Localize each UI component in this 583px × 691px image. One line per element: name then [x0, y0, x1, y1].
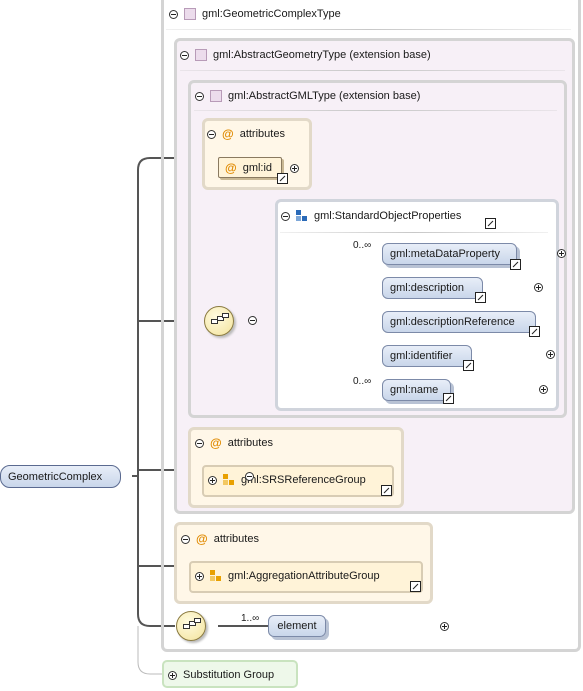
attribute-group-icon — [210, 570, 222, 582]
abstract-gml-label: gml:AbstractGMLType (extension base) — [228, 90, 421, 102]
sequence-icon[interactable] — [204, 306, 234, 336]
expand-toggle[interactable] — [208, 475, 217, 485]
description-reference-element[interactable]: gml:descriptionReference — [382, 311, 536, 333]
link-icon[interactable] — [410, 581, 421, 592]
collapse-toggle[interactable] — [244, 472, 254, 481]
attribute-group-icon — [223, 474, 235, 486]
sequence-icon[interactable] — [176, 611, 206, 641]
name-element[interactable]: gml:name — [382, 379, 451, 401]
complex-type-icon — [195, 49, 207, 61]
meta-data-property-element[interactable]: gml:metaDataProperty — [382, 243, 517, 265]
identifier-element[interactable]: gml:identifier — [382, 345, 472, 367]
standard-object-properties-label: gml:StandardObjectProperties — [314, 210, 462, 222]
description-element[interactable]: gml:description — [382, 277, 483, 299]
collapse-toggle[interactable] — [169, 9, 178, 19]
attribute-icon: @ — [225, 161, 237, 175]
element-label: gml:description — [390, 282, 464, 294]
id-attributes-box: @ attributes — [202, 118, 312, 190]
attribute-icon: @ — [210, 436, 222, 450]
gml-id-attribute[interactable]: @ gml:id — [218, 157, 282, 178]
attribute-icon: @ — [196, 532, 208, 546]
gml-id-label: gml:id — [242, 162, 273, 174]
collapse-toggle[interactable] — [281, 211, 290, 221]
element-element[interactable]: element — [268, 615, 326, 637]
substitution-group-label: Substitution Group — [183, 669, 275, 681]
collapse-toggle[interactable] — [207, 129, 216, 139]
expand-toggle[interactable] — [195, 571, 204, 581]
collapse-toggle[interactable] — [181, 534, 190, 544]
separator — [180, 70, 565, 71]
occurrence-label: 0..∞ — [353, 376, 372, 387]
expand-toggle[interactable] — [168, 670, 177, 680]
element-label: gml:descriptionReference — [390, 316, 515, 328]
collapse-toggle[interactable] — [195, 91, 204, 101]
link-icon[interactable] — [510, 259, 521, 270]
complex-type-icon — [184, 8, 196, 20]
srs-reference-group-label: gml:SRSReferenceGroup — [241, 474, 366, 486]
occurrence-label: 1..∞ — [241, 613, 260, 624]
collapse-toggle[interactable] — [195, 438, 204, 448]
occurrence-label: 0..∞ — [353, 240, 372, 251]
attributes-title: attributes — [227, 437, 273, 449]
link-icon[interactable] — [485, 218, 496, 229]
separator — [166, 29, 571, 30]
element-label: element — [277, 620, 317, 632]
collapse-toggle[interactable] — [180, 50, 189, 60]
geometric-complex-element[interactable]: GeometricComplex — [0, 465, 121, 488]
complex-type-label: gml:GeometricComplexType — [202, 8, 341, 20]
complex-type-icon — [210, 90, 222, 102]
srs-reference-group[interactable]: gml:SRSReferenceGroup — [202, 465, 394, 497]
attributes-title: attributes — [213, 533, 259, 545]
element-label: gml:identifier — [390, 350, 453, 362]
collapse-toggle[interactable] — [248, 316, 258, 325]
expand-toggle[interactable] — [439, 622, 449, 631]
link-icon[interactable] — [463, 360, 474, 371]
element-label: gml:metaDataProperty — [390, 248, 501, 260]
group-icon — [296, 210, 308, 222]
expand-toggle[interactable] — [290, 164, 299, 173]
attributes-title: attributes — [239, 128, 285, 140]
root-element-label: GeometricComplex — [8, 470, 103, 483]
substitution-group[interactable]: Substitution Group — [162, 660, 298, 688]
attribute-icon: @ — [222, 127, 234, 141]
link-icon[interactable] — [529, 326, 540, 337]
separator — [280, 232, 548, 233]
link-icon[interactable] — [475, 292, 486, 303]
link-icon[interactable] — [381, 485, 392, 496]
link-icon[interactable] — [277, 173, 288, 184]
abstract-geometry-label: gml:AbstractGeometryType (extension base… — [213, 49, 431, 61]
aggregation-attribute-group[interactable]: gml:AggregationAttributeGroup — [189, 561, 423, 593]
aggregation-attribute-group-label: gml:AggregationAttributeGroup — [228, 570, 380, 582]
separator — [194, 110, 557, 111]
link-icon[interactable] — [443, 393, 454, 404]
element-label: gml:name — [390, 384, 439, 396]
